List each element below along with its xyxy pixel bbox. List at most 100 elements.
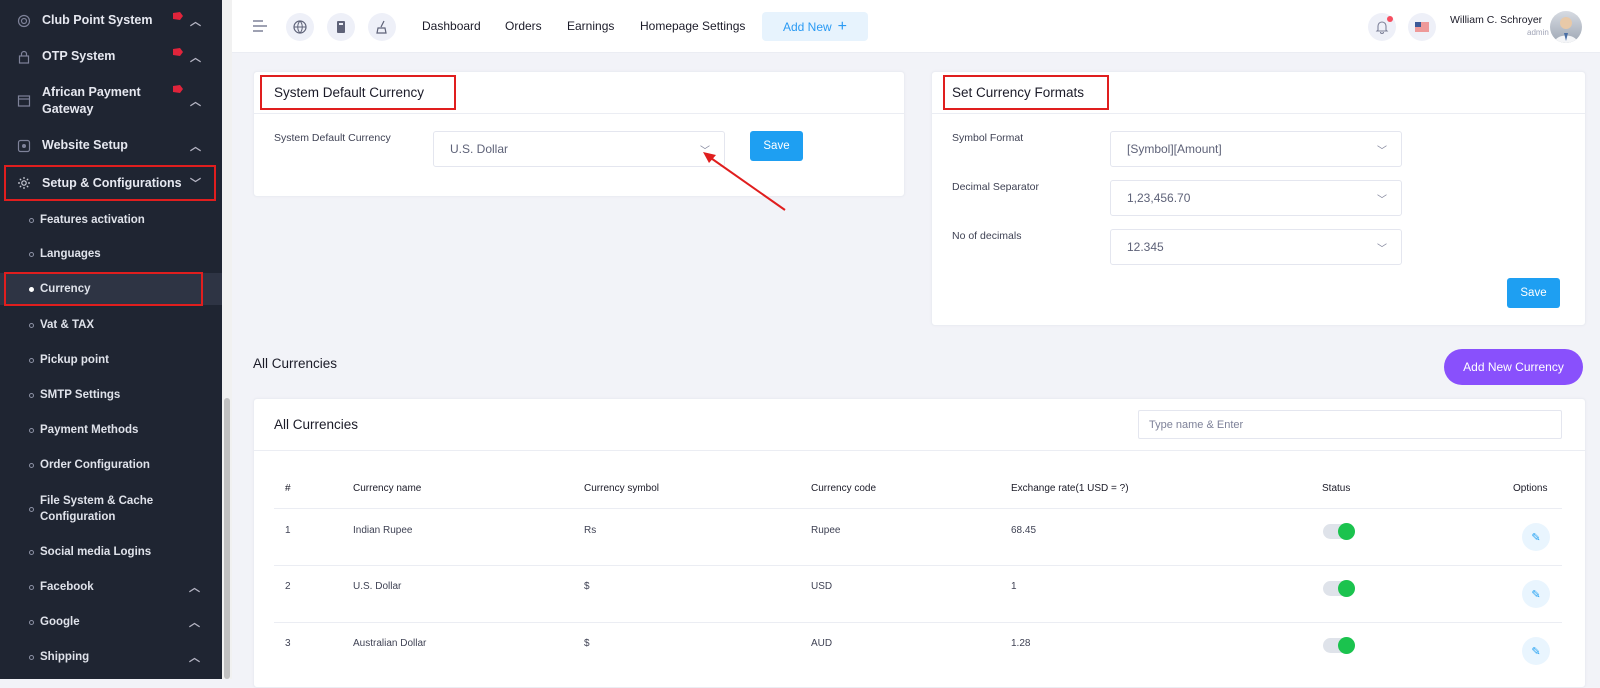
avatar[interactable]	[1550, 11, 1582, 43]
annotation-arrow-icon	[703, 152, 786, 211]
default-currency-label: System Default Currency	[274, 132, 391, 144]
sidebar-item-label: Website Setup	[42, 138, 128, 152]
bullet-icon	[29, 584, 34, 590]
annotation-highlight	[4, 272, 203, 306]
edit-icon[interactable]: ✎	[1522, 580, 1550, 608]
default-currency-value: U.S. Dollar	[450, 142, 509, 156]
currency-symbol: $	[584, 581, 590, 592]
currency-symbol: $	[584, 638, 590, 649]
bullet-icon	[29, 462, 34, 468]
currency-name: U.S. Dollar	[353, 581, 402, 592]
pos-icon[interactable]	[327, 13, 355, 41]
bullet-icon	[29, 251, 34, 257]
row-divider	[274, 622, 1562, 623]
bullet-icon	[29, 619, 34, 625]
sidebar-subitem-label: Vat & TAX	[40, 319, 95, 331]
status-toggle[interactable]	[1323, 637, 1355, 654]
column-header-symbol: Currency symbol	[584, 483, 660, 494]
edit-icon[interactable]: ✎	[1522, 523, 1550, 551]
chevron-up-icon: ︿	[189, 617, 200, 629]
nav-dashboard-link[interactable]: Dashboard	[422, 19, 481, 33]
symbol-format-label: Symbol Format	[952, 132, 1024, 144]
symbol-format-select[interactable]: [Symbol][Amount] ﹀	[1110, 131, 1402, 167]
divider	[254, 113, 904, 114]
sidebar-subitem-label: Facebook	[40, 581, 94, 593]
sidebar-item-african-payment[interactable]: African Payment Gateway ︿	[0, 84, 222, 118]
sidebar-item-label: African Payment Gateway	[42, 85, 141, 116]
default-currency-select[interactable]: U.S. Dollar ﹀	[433, 131, 725, 167]
bullet-icon	[29, 322, 34, 328]
chevron-up-icon: ︿	[189, 652, 200, 664]
sidebar-subitem-pickup-point[interactable]: Pickup point	[0, 350, 222, 370]
bullet-icon	[29, 654, 34, 660]
chevron-up-icon: ︿	[190, 140, 201, 153]
currency-code: Rupee	[811, 525, 841, 536]
sidebar-subitem-vat-tax[interactable]: Vat & TAX	[0, 315, 222, 335]
sidebar-scrollbar-thumb[interactable]	[224, 398, 230, 679]
sidebar-subitem-label: Google	[40, 616, 80, 628]
column-header-options: Options	[1513, 483, 1548, 494]
add-new-button[interactable]: Add New +	[762, 12, 868, 41]
nav-orders-link[interactable]: Orders	[505, 19, 542, 33]
us-flag-icon[interactable]	[1408, 13, 1436, 41]
sidebar-subitem-label: Shipping	[40, 651, 90, 663]
sidebar-subitem-label: Languages	[40, 248, 101, 260]
no-of-decimals-value: 12.345	[1127, 240, 1164, 254]
user-name[interactable]: William C. Schroyer	[1450, 14, 1542, 26]
edit-icon[interactable]: ✎	[1522, 637, 1550, 665]
sidebar-subitem-social-media-logins[interactable]: Social media Logins	[0, 542, 222, 562]
chevron-down-icon: ﹀	[1377, 146, 1387, 157]
column-header-code: Currency code	[811, 483, 877, 494]
exchange-rate: 1.28	[1011, 638, 1031, 649]
sidebar-subitem-languages[interactable]: Languages	[0, 244, 222, 264]
sidebar-subitem-file-system-cache[interactable]: File System & Cache Configuration	[0, 492, 222, 526]
currency-code: USD	[811, 581, 833, 592]
status-toggle[interactable]	[1323, 523, 1355, 540]
annotation-highlight	[260, 75, 456, 110]
toggle-knob	[1338, 637, 1355, 654]
notification-bell-icon[interactable]	[1368, 13, 1396, 41]
no-of-decimals-select[interactable]: 12.345 ﹀	[1110, 229, 1402, 265]
bullet-icon	[29, 549, 34, 555]
sidebar-item-label: OTP System	[42, 49, 116, 63]
globe-icon[interactable]	[286, 13, 314, 41]
divider	[932, 113, 1585, 114]
decimal-separator-select[interactable]: 1,23,456.70 ﹀	[1110, 180, 1402, 216]
currency-formats-save-button[interactable]: Save	[1507, 278, 1560, 308]
toggle-knob	[1338, 523, 1355, 540]
sidebar-subitem-smtp-settings[interactable]: SMTP Settings	[0, 385, 222, 405]
sidebar-subitem-shipping[interactable]: Shipping ︿	[0, 647, 222, 667]
currency-symbol: Rs	[584, 525, 597, 536]
nav-homepage-settings-link[interactable]: Homepage Settings	[640, 19, 745, 33]
sidebar-item-website-setup[interactable]: Website Setup ︿	[0, 137, 222, 154]
bullet-icon	[29, 217, 34, 223]
payment-gateway-icon	[16, 93, 32, 109]
decimal-separator-label: Decimal Separator	[952, 181, 1039, 193]
sidebar-subitem-label: Social media Logins	[40, 546, 152, 558]
decimal-separator-value: 1,23,456.70	[1127, 191, 1191, 205]
chevron-down-icon: ﹀	[1377, 195, 1387, 206]
status-toggle[interactable]	[1323, 580, 1355, 597]
sidebar-item-otp[interactable]: OTP System ︿	[0, 48, 222, 65]
sidebar-item-club-point[interactable]: Club Point System ︿	[0, 12, 222, 29]
exchange-rate: 68.45	[1011, 525, 1037, 536]
add-new-currency-button[interactable]: Add New Currency	[1444, 349, 1583, 385]
menu-toggle-icon[interactable]	[252, 18, 268, 39]
sidebar-subitem-facebook[interactable]: Facebook ︿	[0, 577, 222, 597]
sidebar-subitem-features-activation[interactable]: Features activation	[0, 210, 222, 230]
sidebar-subitem-payment-methods[interactable]: Payment Methods	[0, 420, 222, 440]
currency-search-input[interactable]: Type name & Enter	[1138, 410, 1562, 439]
sidebar-subitem-label: File System & Cache Configuration	[40, 495, 154, 523]
sidebar-subitem-order-configuration[interactable]: Order Configuration	[0, 455, 222, 475]
search-placeholder: Type name & Enter	[1149, 418, 1244, 431]
clear-cache-icon[interactable]	[368, 13, 396, 41]
column-header-number: #	[285, 483, 291, 494]
column-header-exchange-rate: Exchange rate(1 USD = ?)	[1011, 483, 1129, 494]
divider	[254, 450, 1585, 451]
user-role: admin	[1527, 28, 1549, 37]
nav-earnings-link[interactable]: Earnings	[567, 19, 614, 33]
row-divider	[274, 508, 1562, 509]
sidebar-subitem-google[interactable]: Google ︿	[0, 612, 222, 632]
toggle-knob	[1338, 580, 1355, 597]
no-of-decimals-label: No of decimals	[952, 230, 1022, 242]
